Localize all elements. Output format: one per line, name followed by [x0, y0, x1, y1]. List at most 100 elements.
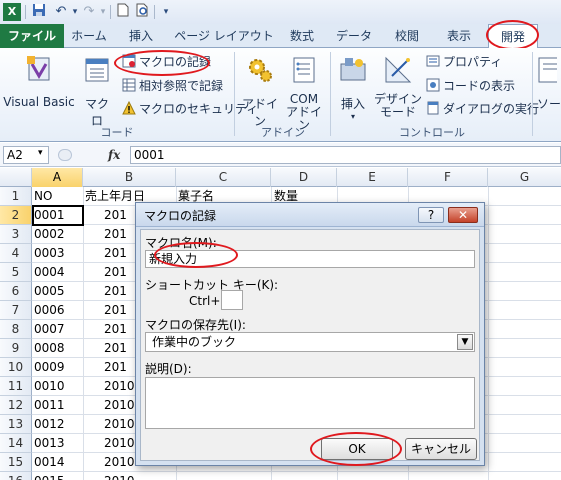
row-header[interactable]: 2 [0, 206, 32, 225]
row-header[interactable]: 4 [0, 244, 32, 263]
table-cell[interactable]: 0002 [34, 225, 81, 244]
table-cell[interactable]: 0015 [34, 472, 81, 480]
table-cell[interactable]: 2010 [104, 453, 135, 472]
table-cell[interactable]: 0005 [34, 282, 81, 301]
store-macro-select[interactable]: 作業中のブック ▼ [145, 332, 475, 352]
table-cell[interactable]: 2010 [104, 434, 135, 453]
table-cell[interactable]: 0004 [34, 263, 81, 282]
table-cell[interactable]: 2010 [104, 377, 135, 396]
new-document-icon[interactable] [114, 3, 132, 21]
table-cell[interactable]: 201 [104, 339, 135, 358]
row-header[interactable]: 12 [0, 396, 32, 415]
column-header-b[interactable]: B [83, 168, 176, 187]
name-box-dropdown-icon[interactable]: ▾ [38, 148, 43, 158]
table-cell[interactable]: 0014 [34, 453, 81, 472]
addins-button[interactable]: アドイン [238, 54, 282, 129]
table-cell[interactable]: 2010 [104, 396, 135, 415]
row-header[interactable]: 3 [0, 225, 32, 244]
excel-logo-icon[interactable]: X [3, 3, 21, 21]
table-cell[interactable]: 0013 [34, 434, 81, 453]
row-header[interactable]: 9 [0, 339, 32, 358]
table-cell[interactable]: 201 [104, 206, 135, 225]
table-cell[interactable]: 0011 [34, 396, 81, 415]
row-header[interactable]: 7 [0, 301, 32, 320]
customize-qat-icon[interactable]: ▾ [157, 3, 175, 21]
column-header-g[interactable]: G [488, 168, 561, 187]
shortcut-key-input[interactable] [221, 290, 243, 310]
macro-name-input[interactable]: 新規入力 [145, 250, 475, 268]
column-header-d[interactable]: D [271, 168, 337, 187]
design-mode-icon [385, 56, 412, 83]
table-cell[interactable]: 0010 [34, 377, 81, 396]
table-cell[interactable]: 2010 [104, 415, 135, 434]
formula-input[interactable]: 0001 [130, 146, 561, 164]
properties-button[interactable]: プロパティ [426, 53, 502, 71]
help-button[interactable]: ? [418, 207, 444, 223]
row-header[interactable]: 6 [0, 282, 32, 301]
group-divider [532, 52, 533, 136]
table-cell[interactable]: 2010 [104, 472, 135, 480]
column-header-f[interactable]: F [408, 168, 488, 187]
row-header[interactable]: 15 [0, 453, 32, 472]
table-cell[interactable]: 201 [104, 358, 135, 377]
visual-basic-button[interactable]: Visual Basic [2, 54, 76, 109]
com-addins-button[interactable]: COM アドイン [284, 54, 324, 132]
header-cell-no[interactable]: NO [34, 187, 52, 206]
tab-review[interactable]: 校閲 [384, 24, 430, 48]
tab-home[interactable]: ホーム [64, 24, 114, 48]
design-mode-button[interactable]: デザイン モード [374, 54, 422, 119]
description-textarea[interactable] [145, 377, 475, 429]
table-cell[interactable]: 0009 [34, 358, 81, 377]
table-cell[interactable]: 0007 [34, 320, 81, 339]
insert-control-button[interactable]: 挿入 ▾ [334, 54, 372, 121]
table-cell[interactable]: 201 [104, 263, 135, 282]
store-macro-value: 作業中のブック [152, 335, 237, 349]
ok-button[interactable]: OK [321, 438, 393, 460]
tab-insert[interactable]: 挿入 [118, 24, 164, 48]
qat-divider [25, 5, 26, 19]
row-header[interactable]: 16 [0, 472, 32, 480]
column-header-a[interactable]: A [32, 168, 83, 187]
relative-reference-icon [122, 78, 136, 92]
tab-developer[interactable]: 開発 [488, 24, 538, 49]
tab-data[interactable]: データ [330, 24, 378, 48]
run-dialog-button[interactable]: ダイアログの実行 [426, 100, 539, 118]
tab-file[interactable]: ファイル [0, 24, 64, 48]
table-cell[interactable]: 201 [104, 301, 135, 320]
source-button[interactable]: ソー [537, 54, 561, 112]
table-cell[interactable]: 201 [104, 320, 135, 339]
table-cell[interactable]: 201 [104, 225, 135, 244]
row-header[interactable]: 11 [0, 377, 32, 396]
print-preview-icon[interactable] [134, 3, 152, 21]
table-cell[interactable]: 0003 [34, 244, 81, 263]
relative-reference-button[interactable]: 相対参照で記録 [122, 77, 223, 95]
table-cell[interactable]: 0006 [34, 301, 81, 320]
table-cell[interactable]: 201 [104, 282, 135, 301]
close-button[interactable]: ✕ [448, 207, 478, 223]
row-header[interactable]: 5 [0, 263, 32, 282]
column-header-e[interactable]: E [337, 168, 408, 187]
save-icon[interactable] [30, 3, 48, 21]
tab-formulas[interactable]: 数式 [282, 24, 322, 48]
row-header[interactable]: 10 [0, 358, 32, 377]
tab-page-layout[interactable]: ページ レイアウト [168, 24, 280, 48]
row-header[interactable]: 13 [0, 415, 32, 434]
row-header[interactable]: 8 [0, 320, 32, 339]
macro-button[interactable]: マクロ [80, 54, 114, 129]
dialog-title-bar[interactable]: マクロの記録 ? ✕ [136, 203, 484, 227]
table-cell[interactable]: 0008 [34, 339, 81, 358]
chevron-down-icon[interactable]: ▼ [457, 334, 473, 350]
insert-function-icon[interactable]: fx [108, 146, 128, 164]
table-cell[interactable]: 0012 [34, 415, 81, 434]
formula-bar: A2 ▾ fx 0001 [0, 143, 561, 167]
view-code-button[interactable]: コードの表示 [426, 77, 515, 95]
row-header[interactable]: 1 [0, 187, 32, 206]
row-header[interactable]: 14 [0, 434, 32, 453]
group-label-addins: アドイン [261, 126, 305, 139]
table-cell[interactable]: 201 [104, 244, 135, 263]
select-all-corner[interactable] [0, 168, 32, 187]
column-header-c[interactable]: C [176, 168, 271, 187]
cancel-button[interactable]: キャンセル [405, 438, 477, 460]
tab-view[interactable]: 表示 [436, 24, 482, 48]
record-macro-button[interactable]: マクロの記録 [122, 53, 211, 71]
